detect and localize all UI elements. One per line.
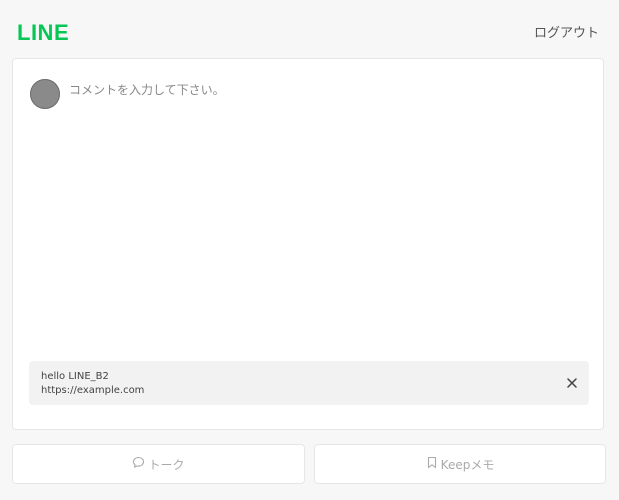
speech-bubble-icon (132, 456, 148, 472)
talk-button-label: トーク (148, 457, 185, 472)
link-preview-url: https://example.com (41, 385, 145, 396)
post-composer-card: hello LINE_B2 https://example.com (12, 58, 604, 430)
keep-memo-button[interactable]: Keepメモ (314, 444, 606, 484)
keep-memo-button-label: Keepメモ (440, 457, 495, 472)
line-logo: LINE (17, 20, 70, 45)
link-preview-title: hello LINE_B2 (41, 371, 109, 382)
talk-button[interactable]: トーク (12, 444, 305, 484)
close-icon[interactable] (565, 375, 579, 389)
header: LINE ログアウト (0, 0, 619, 58)
comment-input[interactable] (69, 81, 579, 341)
logout-link[interactable]: ログアウト (534, 26, 599, 42)
bookmark-icon (426, 456, 441, 472)
avatar (30, 79, 60, 109)
link-preview: hello LINE_B2 https://example.com (29, 361, 589, 405)
